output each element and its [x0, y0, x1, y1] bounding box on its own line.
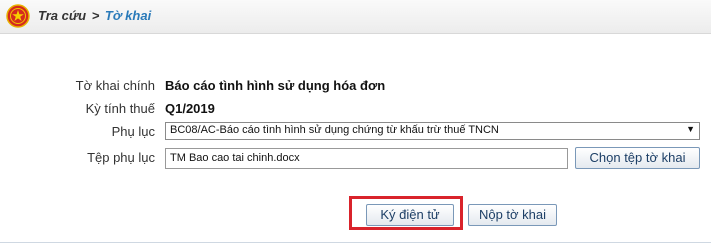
to-khai-chinh-label: Tờ khai chính	[75, 78, 155, 93]
phu-luc-select[interactable]: BC08/AC-Báo cáo tình hình sử dụng chứng …	[165, 122, 700, 140]
tep-phu-luc-value: TM Bao cao tai chinh.docx	[170, 152, 300, 164]
header-bar: Tra cứu > Tờ khai	[0, 0, 711, 34]
to-khai-chinh-value: Báo cáo tình hình sử dụng hóa đơn	[165, 78, 386, 93]
phu-luc-label: Phụ lục	[111, 124, 155, 139]
divider	[0, 242, 711, 243]
tep-phu-luc-label: Tệp phụ lục	[87, 150, 155, 165]
national-emblem-icon	[6, 4, 30, 28]
breadcrumb-separator: >	[91, 8, 100, 23]
tep-phu-luc-field[interactable]: TM Bao cao tai chinh.docx	[165, 148, 568, 169]
breadcrumb: Tra cứu > Tờ khai	[38, 8, 151, 23]
choose-file-button[interactable]: Chọn tệp tờ khai	[575, 147, 700, 169]
sign-button[interactable]: Ký điện tử	[366, 204, 454, 226]
ky-tinh-thue-label: Kỳ tính thuế	[85, 101, 155, 116]
ky-tinh-thue-value: Q1/2019	[165, 101, 215, 116]
phu-luc-selected-value: BC08/AC-Báo cáo tình hình sử dụng chứng …	[170, 124, 499, 136]
breadcrumb-current: Tờ khai	[104, 8, 152, 23]
submit-button[interactable]: Nộp tờ khai	[468, 204, 557, 226]
chevron-down-icon[interactable]: ▼	[686, 124, 695, 134]
breadcrumb-root[interactable]: Tra cứu	[38, 8, 86, 23]
